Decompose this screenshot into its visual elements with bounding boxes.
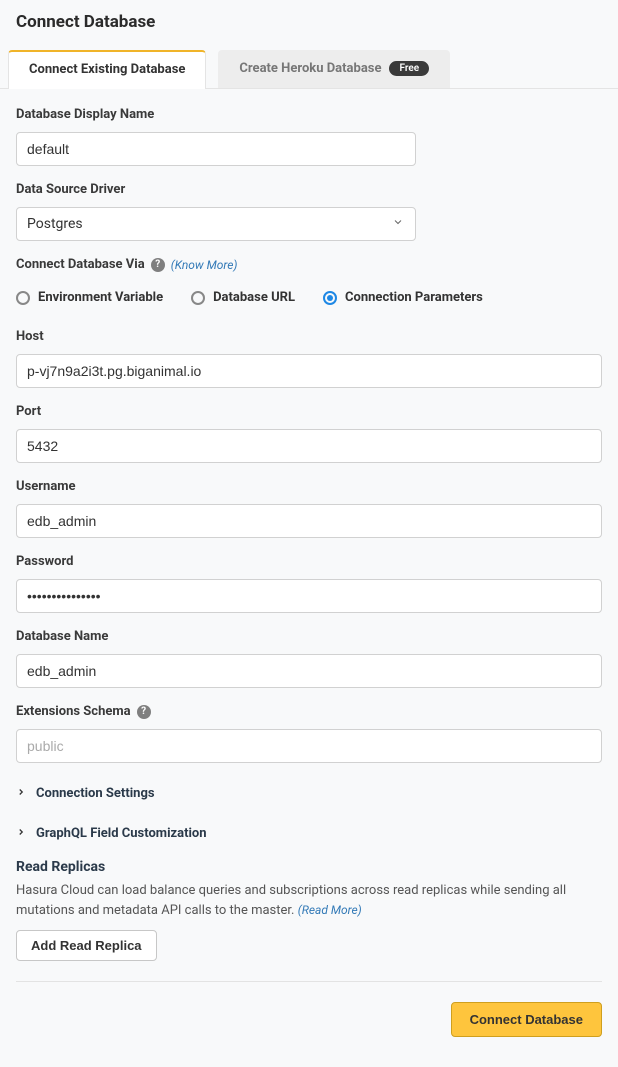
driver-select[interactable]: Postgres	[16, 207, 416, 241]
dbname-label: Database Name	[16, 629, 602, 644]
dbname-input[interactable]	[16, 654, 602, 688]
port-input[interactable]	[16, 429, 602, 463]
ext-schema-input[interactable]	[16, 729, 602, 763]
radio-conn-params[interactable]: Connection Parameters	[323, 290, 483, 305]
add-read-replica-button[interactable]: Add Read Replica	[16, 930, 157, 961]
display-name-input[interactable]	[16, 132, 416, 166]
radio-icon	[323, 291, 337, 305]
gql-customization-toggle[interactable]: GraphQL Field Customization	[16, 819, 602, 847]
radio-env-var[interactable]: Environment Variable	[16, 290, 163, 305]
tab-create-heroku-label: Create Heroku Database	[239, 61, 381, 76]
password-input[interactable]	[16, 579, 602, 613]
host-label: Host	[16, 329, 602, 344]
connection-settings-label: Connection Settings	[36, 786, 155, 801]
tab-connect-existing[interactable]: Connect Existing Database	[8, 50, 206, 89]
read-more-link[interactable]: (Read More)	[298, 903, 362, 917]
radio-icon	[16, 291, 30, 305]
radio-db-url[interactable]: Database URL	[191, 290, 295, 305]
ext-schema-label: Extensions Schema	[16, 704, 131, 719]
tab-connect-existing-label: Connect Existing Database	[29, 62, 185, 77]
page-title: Connect Database	[16, 12, 602, 32]
gql-customization-label: GraphQL Field Customization	[36, 826, 207, 841]
radio-db-url-label: Database URL	[213, 290, 295, 305]
radio-env-var-label: Environment Variable	[38, 290, 163, 305]
tabs-row: Connect Existing Database Create Heroku …	[0, 36, 618, 89]
chevron-right-icon	[16, 825, 26, 841]
know-more-link[interactable]: (Know More)	[171, 258, 238, 272]
password-label: Password	[16, 554, 602, 569]
connect-via-label: Connect Database Via	[16, 257, 145, 272]
radio-icon	[191, 291, 205, 305]
connection-settings-toggle[interactable]: Connection Settings	[16, 779, 602, 807]
display-name-label: Database Display Name	[16, 107, 602, 122]
port-label: Port	[16, 404, 602, 419]
host-input[interactable]	[16, 354, 602, 388]
driver-label: Data Source Driver	[16, 182, 602, 197]
help-icon[interactable]: ?	[151, 258, 165, 272]
read-replicas-title: Read Replicas	[16, 859, 602, 875]
read-replicas-desc: Hasura Cloud can load balance queries an…	[16, 881, 602, 920]
username-input[interactable]	[16, 504, 602, 538]
radio-conn-params-label: Connection Parameters	[345, 290, 483, 305]
connect-database-button[interactable]: Connect Database	[451, 1002, 602, 1037]
tab-create-heroku[interactable]: Create Heroku Database Free	[218, 50, 450, 88]
chevron-right-icon	[16, 785, 26, 801]
heroku-free-badge: Free	[389, 61, 429, 76]
help-icon[interactable]: ?	[137, 705, 151, 719]
divider	[16, 981, 602, 982]
username-label: Username	[16, 479, 602, 494]
